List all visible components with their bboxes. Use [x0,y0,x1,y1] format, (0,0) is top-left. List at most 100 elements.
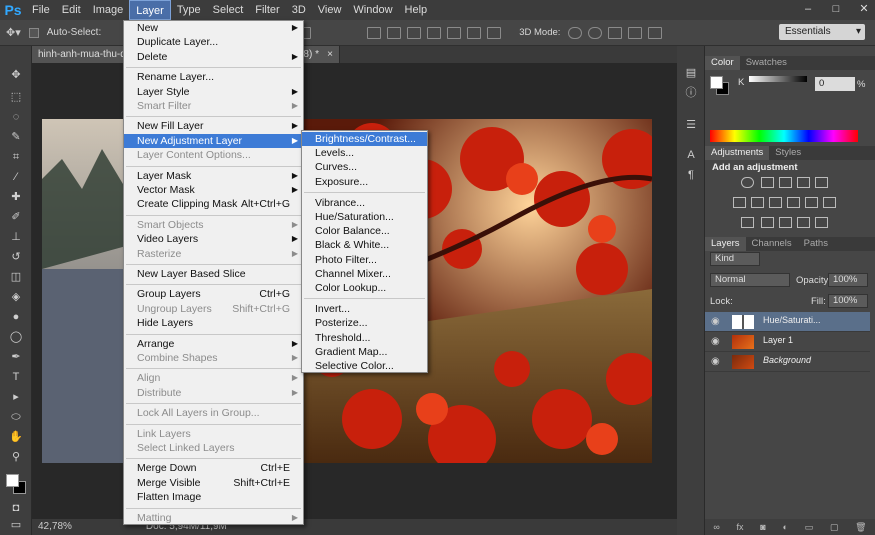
menu-item-color-balance[interactable]: Color Balance... [302,224,427,238]
maximize-button[interactable]: □ [829,0,843,18]
menu-3d[interactable]: 3D [286,0,312,20]
menu-item-gradient-map[interactable]: Gradient Map... [302,345,427,359]
vibrance-adj-icon[interactable] [815,177,828,188]
history-brush-tool-icon[interactable]: ↺ [8,250,24,264]
menu-item-hue-saturation[interactable]: Hue/Saturation... [302,210,427,224]
channel-mixer-adj-icon[interactable] [805,197,818,208]
photo-filter-adj-icon[interactable] [787,197,800,208]
auto-align-icon[interactable] [487,26,502,39]
ellipse-tool-icon[interactable]: ⬭ [8,410,24,424]
auto-select-checkbox[interactable] [28,27,39,38]
menu-item-brightness-contrast[interactable]: Brightness/Contrast... [302,132,427,146]
invert-adj-icon[interactable] [741,217,754,228]
type-tool-icon[interactable]: T [8,370,24,384]
distribute-left-icon[interactable] [427,26,442,39]
add-mask-icon[interactable]: ◙ [760,522,765,532]
tab-color[interactable]: Color [705,56,740,70]
color-fg-swatch[interactable] [710,76,723,89]
menu-item-new-layer-based-slice[interactable]: New Layer Based Slice [124,267,303,281]
distribute-bottom-icon[interactable] [407,26,422,39]
quick-mask-icon[interactable]: ◘ [8,501,24,515]
zoom-level[interactable]: 42,78% [38,519,72,535]
menu-help[interactable]: Help [399,0,434,20]
new-adjustment-icon[interactable]: ◐ [782,522,787,532]
menu-item-create-clipping-mask[interactable]: Create Clipping Mask Alt+Ctrl+G [124,197,303,211]
menu-item-layer-style[interactable]: Layer Style ▶ [124,85,303,99]
menu-item-hide-layers[interactable]: Hide Layers [124,316,303,330]
levels-adj-icon[interactable] [761,177,774,188]
tab-layers[interactable]: Layers [705,237,746,251]
blur-tool-icon[interactable]: ● [8,310,24,324]
minimize-button[interactable]: – [801,0,815,18]
menu-item-vibrance[interactable]: Vibrance... [302,196,427,210]
brightness-adj-icon[interactable] [741,177,754,188]
scale-3d-icon[interactable] [648,26,663,39]
color-balance-adj-icon[interactable] [751,197,764,208]
menu-image[interactable]: Image [87,0,130,20]
menu-item-exposure[interactable]: Exposure... [302,175,427,189]
foreground-color-swatch[interactable] [6,474,19,487]
healing-brush-tool-icon[interactable]: ✚ [8,190,24,204]
layer-row[interactable]: ◉ Layer 1 [705,332,870,352]
workspace-select[interactable]: Essentials ▾ [779,24,865,40]
drag-3d-icon[interactable] [608,26,623,39]
gradient-map-adj-icon[interactable] [797,217,810,228]
screen-mode-icon[interactable]: ▭ [8,518,24,532]
close-button[interactable]: ✕ [857,0,871,18]
blend-mode-select[interactable]: Normal [710,273,790,287]
roll-3d-icon[interactable] [588,26,603,39]
menu-item-color-lookup[interactable]: Color Lookup... [302,281,427,295]
menu-item-threshold[interactable]: Threshold... [302,331,427,345]
visibility-eye-icon[interactable]: ◉ [711,356,720,367]
menu-item-new[interactable]: New ▶ [124,21,303,35]
new-group-icon[interactable]: ▭ [805,522,814,533]
k-slider[interactable] [749,76,807,82]
delete-layer-icon[interactable]: 🗑 [855,522,866,533]
tab-channels[interactable]: Channels [746,237,798,251]
fill-input[interactable]: 100% [828,294,868,308]
layer-row[interactable]: ◉ Background [705,352,870,372]
path-selection-tool-icon[interactable]: ▸ [8,390,24,404]
menu-window[interactable]: Window [347,0,398,20]
menu-item-new-fill-layer[interactable]: New Fill Layer ▶ [124,119,303,133]
menu-item-delete[interactable]: Delete ▶ [124,50,303,64]
zoom-tool-icon[interactable]: ⚲ [8,450,24,464]
menu-item-layer-mask[interactable]: Layer Mask ▶ [124,169,303,183]
paint-bucket-tool-icon[interactable]: ◈ [8,290,24,304]
menu-item-black-white[interactable]: Black & White... [302,238,427,252]
eyedropper-tool-icon[interactable]: ⁄ [8,170,24,184]
link-layers-icon[interactable]: ∞ [713,522,719,532]
layer-row[interactable]: ◉ Hue/Saturati... [705,312,870,332]
paragraph-panel-icon[interactable]: ¶ [684,168,698,182]
menu-item-flatten-image[interactable]: Flatten Image [124,490,303,504]
black-white-adj-icon[interactable] [769,197,782,208]
menu-item-new-adjustment-layer[interactable]: New Adjustment Layer ▶ [124,133,303,148]
quick-select-tool-icon[interactable]: ✎ [8,130,24,144]
crop-tool-icon[interactable]: ⌗ [8,150,24,164]
menu-item-posterize[interactable]: Posterize... [302,316,427,330]
menu-file[interactable]: File [26,0,56,20]
menu-item-levels[interactable]: Levels... [302,146,427,160]
history-panel-icon[interactable]: ▤ [684,66,698,80]
pen-tool-icon[interactable]: ✒ [8,350,24,364]
character-panel-icon[interactable]: A [684,148,698,162]
distribute-vcenter-icon[interactable] [387,26,402,39]
menu-item-merge-down[interactable]: Merge Down Ctrl+E [124,461,303,475]
posterize-adj-icon[interactable] [761,217,774,228]
menu-item-arrange[interactable]: Arrange ▶ [124,337,303,351]
menu-item-channel-mixer[interactable]: Channel Mixer... [302,267,427,281]
menu-type[interactable]: Type [171,0,207,20]
menu-item-vector-mask[interactable]: Vector Mask ▶ [124,183,303,197]
menu-layer[interactable]: Layer [129,0,171,20]
brush-tool-icon[interactable]: ✐ [8,210,24,224]
menu-view[interactable]: View [312,0,348,20]
menu-item-group-layers[interactable]: Group Layers Ctrl+G [124,287,303,301]
kind-filter-select[interactable]: Kind [710,252,760,266]
visibility-eye-icon[interactable]: ◉ [711,336,720,347]
color-spectrum[interactable] [710,130,858,142]
color-lookup-adj-icon[interactable] [823,197,836,208]
k-value-input[interactable]: 0 [815,77,855,91]
tab-adjustments[interactable]: Adjustments [705,146,770,160]
opacity-input[interactable]: 100% [828,273,868,287]
marquee-tool-icon[interactable]: ⬚ [8,90,24,104]
